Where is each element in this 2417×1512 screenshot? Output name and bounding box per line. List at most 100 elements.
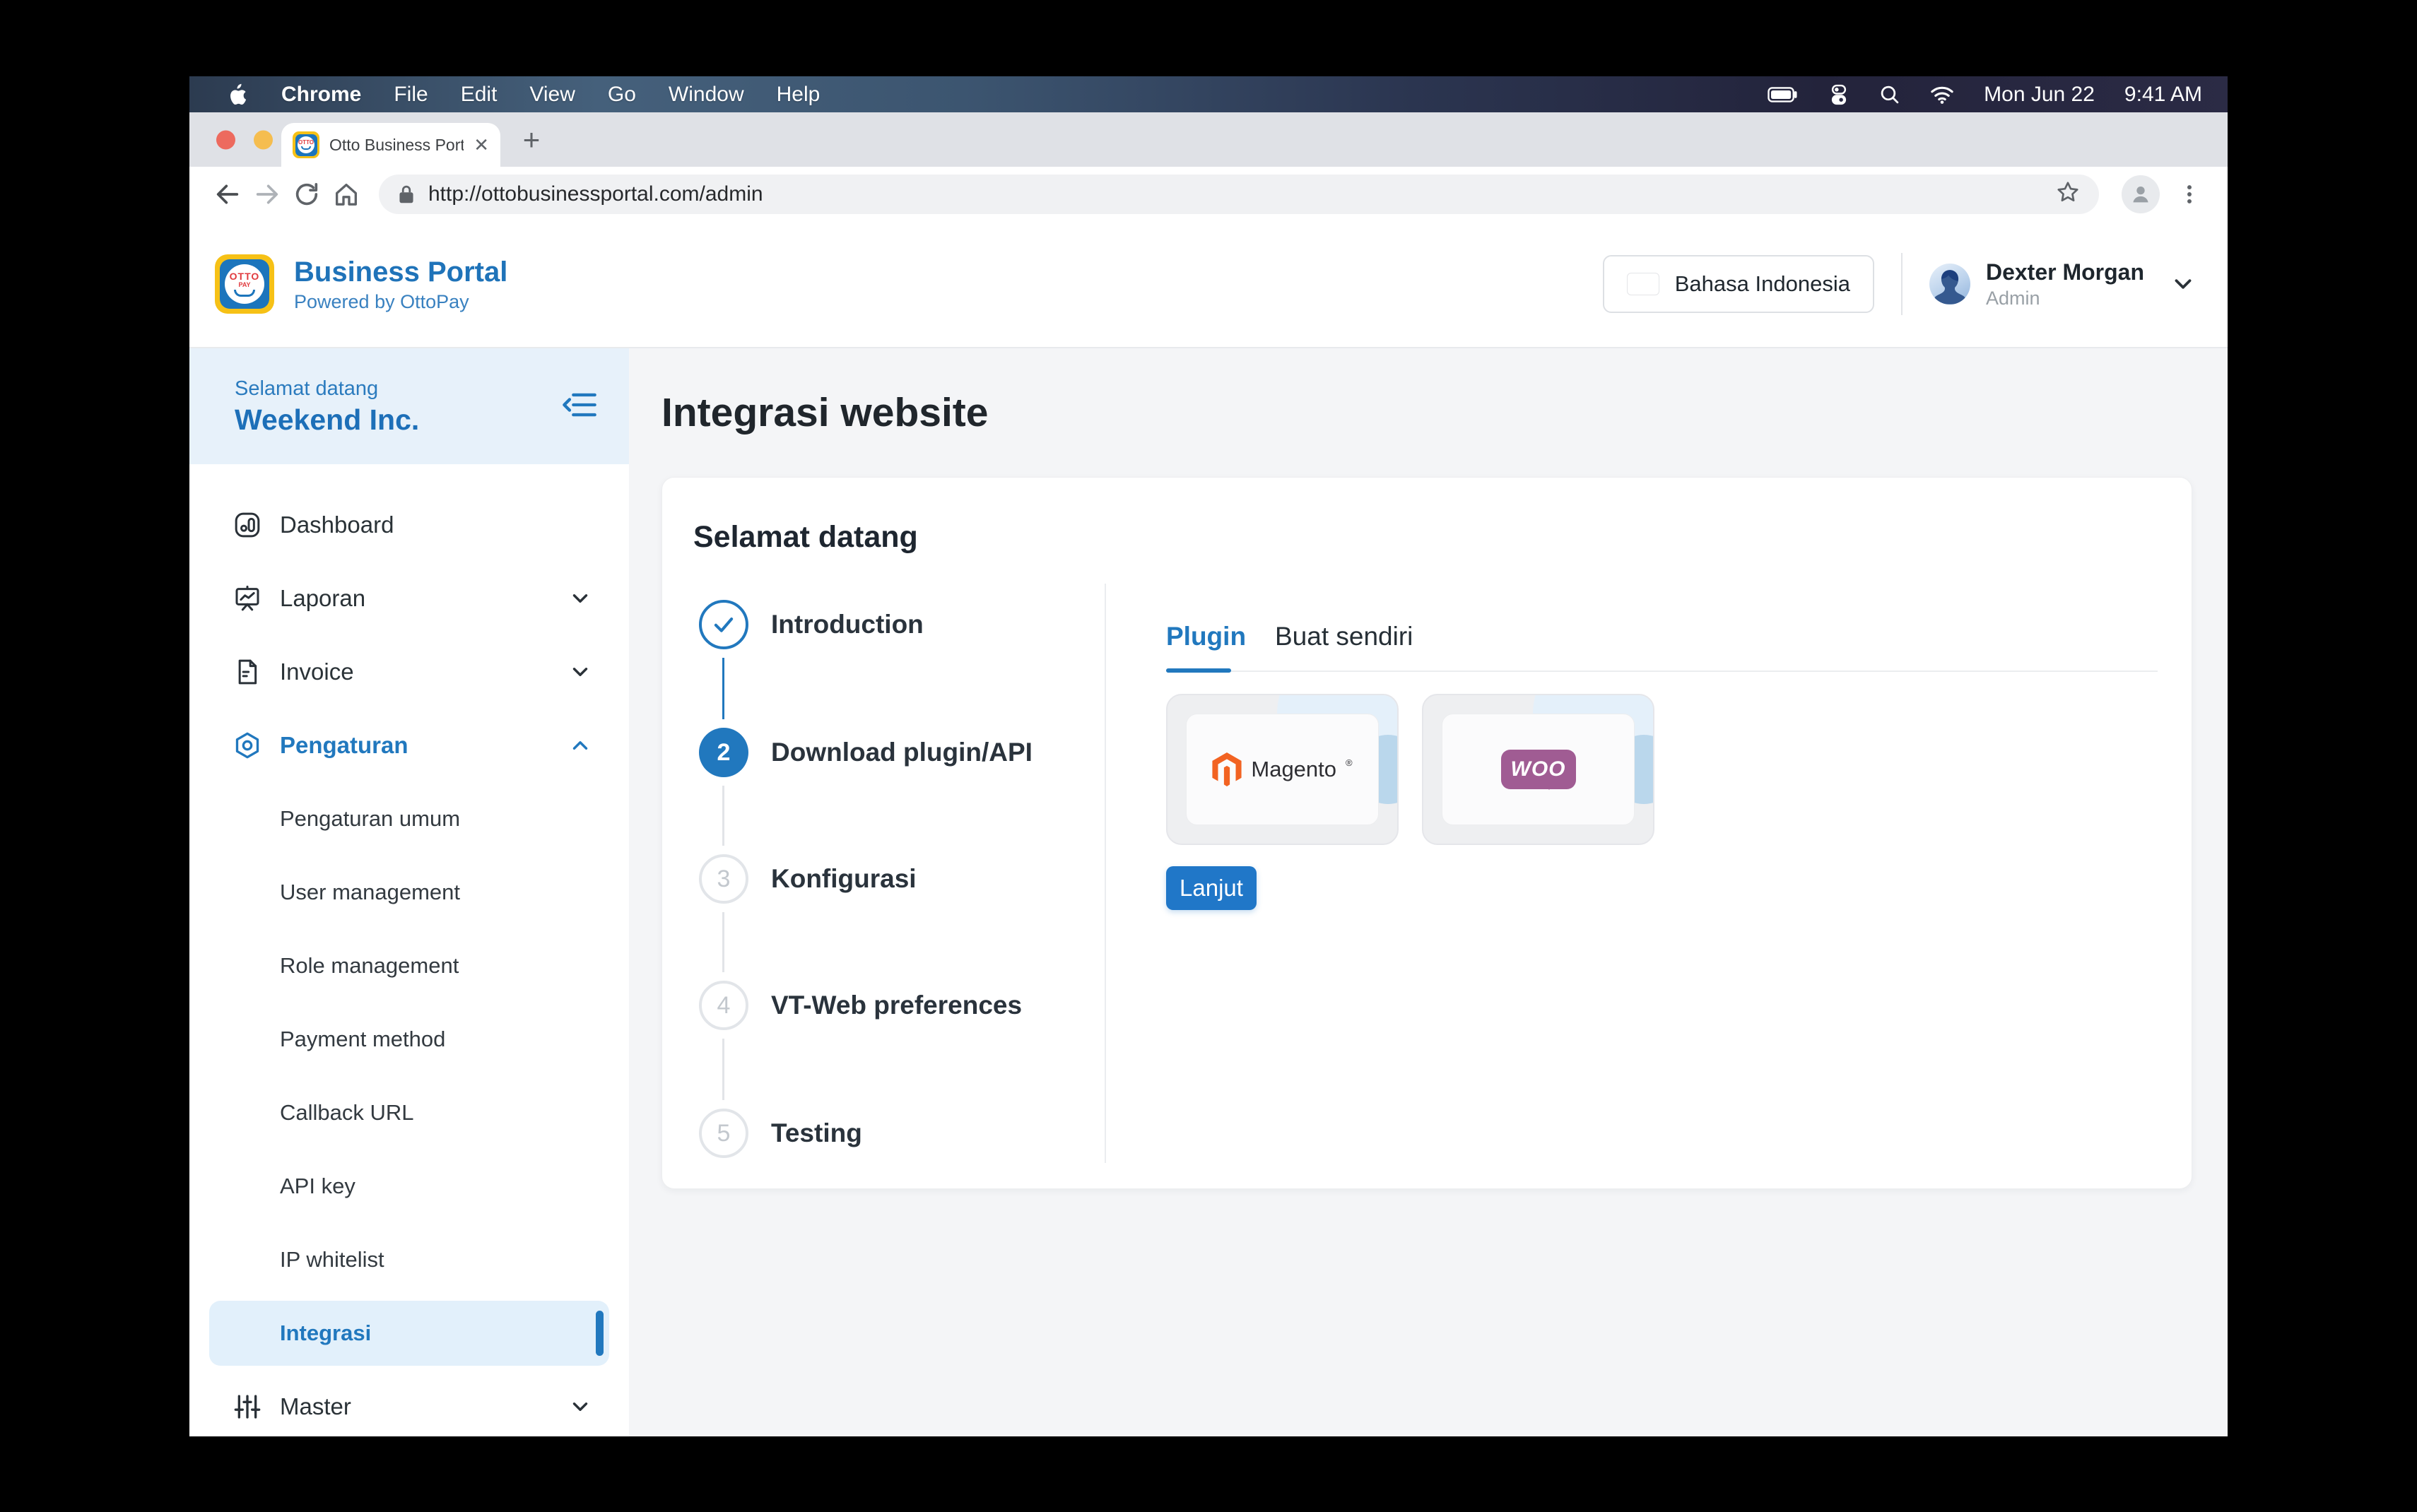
close-window-button[interactable] bbox=[216, 130, 235, 149]
chevron-up-icon bbox=[568, 733, 592, 757]
invoice-icon bbox=[233, 658, 261, 686]
forward-icon[interactable] bbox=[247, 175, 287, 214]
menu-help[interactable]: Help bbox=[777, 83, 821, 107]
sidebar-item-pengaturan[interactable]: Pengaturan bbox=[189, 709, 629, 782]
step-connector bbox=[722, 1039, 724, 1100]
sidebar-subitem-role-management[interactable]: Role management bbox=[189, 929, 629, 1003]
step-testing[interactable]: 5 Testing bbox=[699, 1109, 862, 1158]
step-vt-web-preferences[interactable]: 4 VT-Web preferences bbox=[699, 981, 1022, 1030]
app-header: OTTO PAY Business Portal Powered by Otto… bbox=[189, 221, 2228, 348]
new-tab-button[interactable]: + bbox=[514, 123, 548, 157]
back-icon[interactable] bbox=[208, 175, 247, 214]
sidebar-welcome-panel: Selamat datang Weekend Inc. bbox=[189, 348, 629, 464]
menu-window[interactable]: Window bbox=[669, 83, 744, 107]
step-number: 3 bbox=[699, 854, 748, 904]
brand-title: Business Portal bbox=[294, 256, 507, 288]
logo-smile bbox=[234, 290, 255, 297]
browser-profile-icon[interactable] bbox=[2122, 175, 2160, 213]
sidebar-item-master[interactable]: Master bbox=[189, 1370, 629, 1436]
menu-file[interactable]: File bbox=[394, 83, 428, 107]
tab-plugin[interactable]: Plugin bbox=[1166, 622, 1246, 651]
url-bar[interactable]: http://ottobusinessportal.com/admin bbox=[379, 175, 2099, 214]
sidebar-item-invoice[interactable]: Invoice bbox=[189, 635, 629, 709]
sidebar-subitem-api-key[interactable]: API key bbox=[189, 1150, 629, 1223]
menu-edit[interactable]: Edit bbox=[461, 83, 498, 107]
language-selector-button[interactable]: Bahasa Indonesia bbox=[1603, 255, 1874, 313]
step-connector bbox=[722, 786, 724, 846]
welcome-text: Selamat datang bbox=[235, 376, 419, 403]
plugin-card-woocommerce[interactable]: WOO bbox=[1422, 694, 1654, 845]
sidebar-subitem-integrasi-active[interactable]: Integrasi bbox=[209, 1301, 609, 1366]
menu-chrome[interactable]: Chrome bbox=[281, 83, 361, 107]
home-icon[interactable] bbox=[327, 175, 366, 214]
indonesia-flag-icon bbox=[1627, 273, 1659, 295]
continue-button[interactable]: Lanjut bbox=[1166, 866, 1257, 910]
sidebar-subitem-callback-url[interactable]: Callback URL bbox=[189, 1076, 629, 1150]
step-konfigurasi[interactable]: 3 Konfigurasi bbox=[699, 854, 917, 904]
sidebar-subitem-ip-whitelist[interactable]: IP whitelist bbox=[189, 1223, 629, 1297]
chevron-down-icon bbox=[568, 660, 592, 684]
logo-text-pay: PAY bbox=[238, 282, 250, 288]
mac-screen: Chrome File Edit View Go Window Help Mon… bbox=[189, 76, 2228, 1436]
magento-logo: Magento® bbox=[1186, 714, 1379, 825]
lock-icon[interactable] bbox=[397, 184, 416, 205]
step-number: 2 bbox=[699, 728, 748, 777]
step-introduction[interactable]: Introduction bbox=[699, 600, 924, 649]
user-avatar bbox=[1929, 264, 1970, 305]
minimize-window-button[interactable] bbox=[254, 130, 273, 149]
browser-menu-dots-icon[interactable] bbox=[2170, 175, 2209, 214]
main-content: Integrasi website Selamat datang Introdu… bbox=[629, 348, 2228, 1436]
dashboard-icon bbox=[233, 511, 261, 539]
spotlight-search-icon[interactable] bbox=[1879, 84, 1900, 105]
tab-close-icon[interactable]: ✕ bbox=[474, 136, 489, 154]
battery-icon[interactable] bbox=[1768, 85, 1799, 105]
step-number: 4 bbox=[699, 981, 748, 1030]
stepper-divider bbox=[1105, 584, 1106, 1163]
header-divider bbox=[1901, 253, 1903, 315]
wifi-icon[interactable] bbox=[1930, 85, 1954, 105]
page-title: Integrasi website bbox=[661, 389, 989, 436]
step-connector bbox=[722, 658, 724, 719]
macos-menubar: Chrome File Edit View Go Window Help Mon… bbox=[189, 76, 2228, 112]
card-title: Selamat datang bbox=[693, 520, 918, 555]
report-icon bbox=[233, 584, 261, 613]
sidebar-subitem-user-management[interactable]: User management bbox=[189, 856, 629, 929]
apple-icon[interactable] bbox=[226, 83, 247, 107]
menubar-time[interactable]: 9:41 AM bbox=[2124, 83, 2202, 107]
sliders-icon bbox=[233, 1393, 261, 1421]
menubar-date[interactable]: Mon Jun 22 bbox=[1984, 83, 2095, 107]
tabs-baseline bbox=[1166, 671, 2158, 672]
user-chevron-down-icon[interactable] bbox=[2170, 271, 2197, 297]
plugin-card-magento[interactable]: Magento® bbox=[1166, 694, 1399, 845]
menu-view[interactable]: View bbox=[529, 83, 575, 107]
logo-text-otto: OTTO bbox=[230, 271, 260, 281]
reload-icon[interactable] bbox=[287, 175, 327, 214]
browser-toolbar: http://ottobusinessportal.com/admin bbox=[189, 167, 2228, 221]
user-name: Dexter Morgan bbox=[1986, 259, 2144, 285]
tab-buat-sendiri[interactable]: Buat sendiri bbox=[1275, 622, 1413, 651]
magento-mark-icon bbox=[1212, 752, 1242, 786]
sidebar-subitem-pengaturan-umum[interactable]: Pengaturan umum bbox=[189, 782, 629, 856]
sidebar-item-laporan[interactable]: Laporan bbox=[189, 562, 629, 635]
screenshot-canvas: Chrome File Edit View Go Window Help Mon… bbox=[0, 0, 2417, 1512]
active-indicator-bar bbox=[596, 1311, 604, 1356]
sidebar-subitem-payment-method[interactable]: Payment method bbox=[189, 1003, 629, 1076]
chevron-down-icon bbox=[568, 586, 592, 610]
sidebar-item-dashboard[interactable]: Dashboard bbox=[189, 488, 629, 562]
step-number: 5 bbox=[699, 1109, 748, 1158]
integration-card: Selamat datang Introduction 2 Download p… bbox=[661, 477, 2192, 1189]
sidebar: Selamat datang Weekend Inc. Dashboard bbox=[189, 348, 629, 1436]
chevron-down-icon bbox=[568, 1395, 592, 1419]
browser-tab[interactable]: OTTO Otto Business Portal ✕ bbox=[281, 123, 500, 167]
step-check-icon bbox=[699, 600, 748, 649]
control-center-icon[interactable] bbox=[1828, 84, 1849, 105]
url-text: http://ottobusinessportal.com/admin bbox=[428, 182, 763, 206]
menu-go[interactable]: Go bbox=[608, 83, 636, 107]
tab-title: Otto Business Portal bbox=[329, 136, 464, 155]
bookmark-star-icon[interactable] bbox=[2055, 179, 2081, 208]
collapse-sidebar-icon[interactable] bbox=[561, 386, 598, 427]
user-menu[interactable]: Dexter Morgan Admin bbox=[1929, 259, 2197, 309]
step-download-plugin-api[interactable]: 2 Download plugin/API bbox=[699, 728, 1033, 777]
active-tab-underline bbox=[1166, 668, 1231, 673]
sidebar-menu: Dashboard Laporan Invoice bbox=[189, 464, 629, 1436]
